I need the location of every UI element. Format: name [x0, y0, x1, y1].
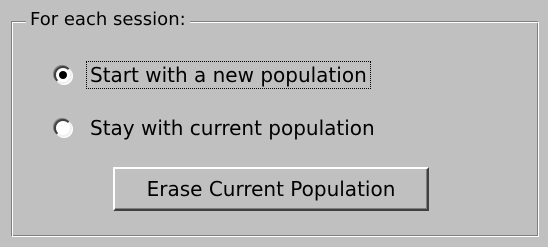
erase-current-population-button[interactable]: Erase Current Population — [113, 167, 429, 211]
radio-start-new-population[interactable]: Start with a new population — [54, 60, 371, 90]
radio-selected-dot — [59, 71, 67, 79]
radio-label-start-new[interactable]: Start with a new population — [86, 61, 371, 89]
radio-button-icon[interactable] — [54, 66, 72, 84]
radio-label-stay-current[interactable]: Stay with current population — [87, 115, 378, 141]
radio-stay-current-population[interactable]: Stay with current population — [54, 113, 378, 143]
radio-button-icon[interactable] — [54, 119, 72, 137]
group-title: For each session: — [26, 10, 190, 30]
